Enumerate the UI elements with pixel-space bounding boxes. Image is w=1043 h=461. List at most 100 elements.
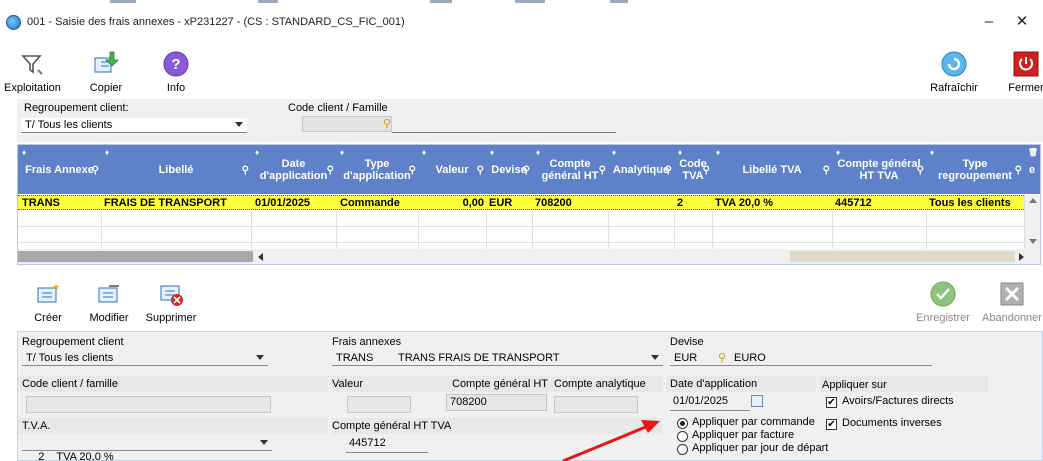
modifier-label: Modifier xyxy=(89,312,129,324)
col-code-tva[interactable]: ♦ Code TVA ⚲ xyxy=(674,145,712,194)
cell-compte-tva: 445712 xyxy=(835,197,872,209)
grid-header: ♦ Frais Annexe ⚲ ♦ Libellé ⚲ ♦ Date d'applica… xyxy=(18,145,1040,194)
col-libelle-tva[interactable]: ♦ Libellé TVA ⚲ xyxy=(712,145,832,194)
horizontal-scrollbar[interactable] xyxy=(18,249,1040,264)
code-client-underline xyxy=(392,132,616,133)
scroll-thumb-left[interactable] xyxy=(18,251,253,262)
regroupement-filter-select[interactable]: T/ Tous les clients xyxy=(21,118,247,133)
col-extra[interactable]: e 🗑 xyxy=(1024,145,1040,194)
table-row[interactable]: TRANS FRAIS DE TRANSPORT 01/01/2025 Comm… xyxy=(18,195,1024,210)
code-client-filter-label: Code client / Famille xyxy=(288,102,388,114)
code-client-filter-input[interactable] xyxy=(302,116,392,132)
code-client-input[interactable] xyxy=(26,396,271,413)
col-analytique[interactable]: ♦ Analytique ⚲ xyxy=(608,145,674,194)
delete-icon xyxy=(157,280,185,308)
scroll-down-icon[interactable] xyxy=(1029,239,1037,244)
valeur-label: Valeur xyxy=(332,378,363,390)
calendar-icon[interactable] xyxy=(751,395,763,407)
scroll-right-icon[interactable] xyxy=(1019,253,1024,261)
code-client-label: Code client / famille xyxy=(22,378,118,390)
compte-ht-label: Compte général HT xyxy=(452,378,548,390)
key-icon[interactable]: ⚲ xyxy=(383,117,391,130)
cell-devise: EUR xyxy=(489,197,513,209)
col-devise[interactable]: ♦ Devise ⚲ xyxy=(486,145,532,194)
col-libelle[interactable]: ♦ Libellé ⚲ xyxy=(101,145,251,194)
search-icon: ⚲ xyxy=(91,165,99,176)
trash-icon: 🗑 xyxy=(1027,148,1038,157)
valeur-input[interactable] xyxy=(347,396,411,413)
radio-facture[interactable] xyxy=(677,431,688,442)
col-valeur[interactable]: ♦ Valeur ⚲ xyxy=(418,145,486,194)
search-icon: ⚲ xyxy=(1014,165,1022,176)
tva-value: 2 TVA 20,0 % xyxy=(38,451,114,461)
copy-icon xyxy=(92,50,120,78)
rafraichir-button[interactable]: Rafraîchir xyxy=(928,50,980,94)
col-frais-annexe[interactable]: ♦ Frais Annexe ⚲ xyxy=(18,145,101,194)
col-type-regroupement[interactable]: ♦ Type regroupement ⚲ xyxy=(926,145,1024,194)
compte-analytique-input[interactable] xyxy=(554,396,638,413)
copier-label: Copier xyxy=(89,82,123,94)
window-title: 001 - Saisie des frais annexes - xP23122… xyxy=(27,16,405,28)
supprimer-label: Supprimer xyxy=(145,312,197,324)
close-button[interactable]: ✕ xyxy=(1007,12,1037,32)
appliquer-sur-label: Appliquer sur xyxy=(822,379,887,391)
frais-grid: ♦ Frais Annexe ⚲ ♦ Libellé ⚲ ♦ Date d'applica… xyxy=(17,144,1041,265)
modifier-button[interactable]: Modifier xyxy=(86,280,132,324)
table-row[interactable] xyxy=(18,227,1024,243)
table-row[interactable] xyxy=(18,211,1024,227)
documents-label: Documents inverses xyxy=(842,417,942,429)
key-icon[interactable]: ⚲ xyxy=(718,351,726,365)
cell-type: Commande xyxy=(340,197,400,209)
cell-compte: 708200 xyxy=(535,197,572,209)
compte-tva-label: Compte général HT TVA xyxy=(332,420,452,432)
info-button[interactable]: ? Info xyxy=(161,50,191,94)
copier-button[interactable]: Copier xyxy=(86,50,126,94)
chevron-down-icon xyxy=(260,440,268,445)
col-type-application[interactable]: ♦ Type d'application ⚲ xyxy=(336,145,418,194)
fermer-label: Fermer xyxy=(1008,82,1043,94)
exploitation-button[interactable]: Exploitation xyxy=(4,50,61,94)
regroupement-filter-value: T/ Tous les clients xyxy=(25,119,113,131)
scroll-left-icon[interactable] xyxy=(258,253,263,261)
frais-annexes-select[interactable]: TRANS TRANS FRAIS DE TRANSPORT xyxy=(332,351,663,366)
cell-libelle: FRAIS DE TRANSPORT xyxy=(104,197,227,209)
enregistrer-label: Enregistrer xyxy=(916,312,970,324)
chevron-down-icon xyxy=(235,122,243,127)
abandonner-button[interactable]: Abandonner xyxy=(982,280,1042,324)
devise-field[interactable]: EUR ⚲ EURO xyxy=(670,351,932,366)
search-icon: ⚲ xyxy=(522,165,530,176)
devise-label: Devise xyxy=(670,336,704,348)
search-icon: ⚲ xyxy=(326,165,334,176)
radio-jour-depart[interactable] xyxy=(677,444,688,455)
search-icon: ⚲ xyxy=(702,165,710,176)
enregistrer-button[interactable]: Enregistrer xyxy=(914,280,972,324)
frais-annexes-label: Frais annexes xyxy=(332,336,402,348)
col-compte-general[interactable]: ♦ Compte général HT ⚲ xyxy=(532,145,608,194)
date-input[interactable]: 01/01/2025 xyxy=(670,394,750,411)
col-date-application[interactable]: ♦ Date d'application ⚲ xyxy=(251,145,336,194)
devise-libelle: EURO xyxy=(734,352,766,364)
fermer-button[interactable]: Fermer xyxy=(1008,50,1043,94)
compte-tva-input[interactable]: 445712 xyxy=(346,436,428,453)
cell-valeur: 0,00 xyxy=(462,197,484,209)
supprimer-button[interactable]: Supprimer xyxy=(143,280,199,324)
tva-section xyxy=(18,418,328,434)
devise-code: EUR xyxy=(674,352,698,364)
creer-button[interactable]: Créer xyxy=(30,280,66,324)
radio-commande[interactable] xyxy=(677,418,688,429)
refresh-icon xyxy=(940,50,968,78)
cancel-icon xyxy=(998,280,1026,308)
rafraichir-label: Rafraîchir xyxy=(930,82,978,94)
restore-button[interactable] xyxy=(978,13,1008,33)
avoirs-checkbox[interactable]: ✔ xyxy=(826,397,837,408)
title-bar: 001 - Saisie des frais annexes - xP23122… xyxy=(0,6,1043,38)
regroupement-select[interactable]: T/ Tous les clients xyxy=(22,351,268,366)
frais-libelle: TRANS FRAIS DE TRANSPORT xyxy=(398,352,560,364)
search-icon: ⚲ xyxy=(241,165,249,176)
compte-ht-input[interactable]: 708200 xyxy=(446,394,547,411)
scroll-up-icon[interactable] xyxy=(1029,198,1037,203)
tva-select[interactable]: 2 TVA 20,0 % xyxy=(22,436,272,461)
col-compte-tva[interactable]: ♦ Compte général HT TVA ⚲ xyxy=(832,145,926,194)
avoirs-label: Avoirs/Factures directs xyxy=(842,395,954,407)
documents-checkbox[interactable]: ✔ xyxy=(826,419,837,430)
